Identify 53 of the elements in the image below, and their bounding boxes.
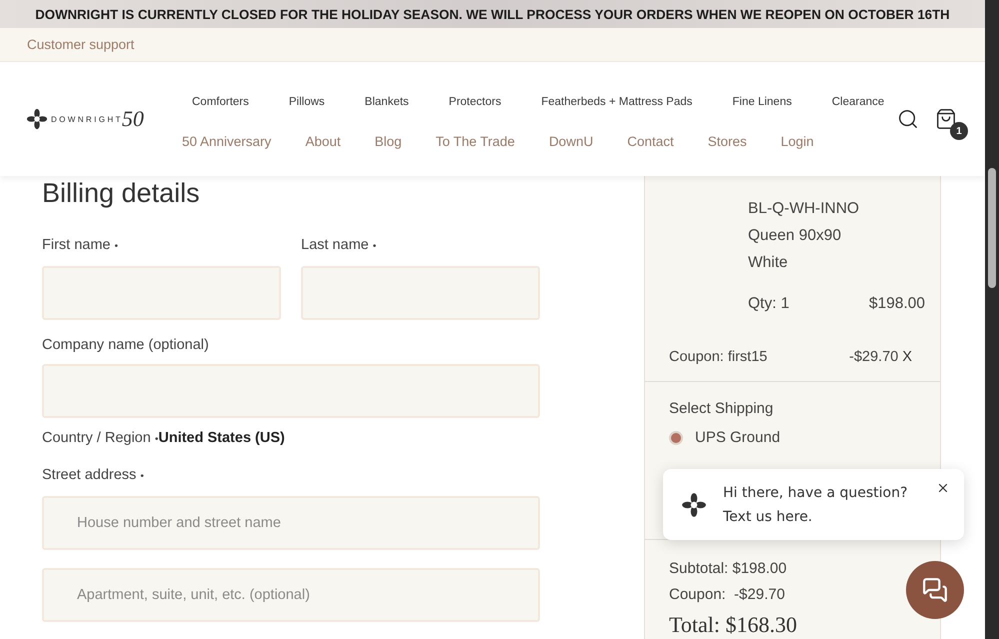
- nav-link[interactable]: Blog: [374, 134, 402, 148]
- close-button[interactable]: [936, 481, 950, 495]
- product-price: $198.00: [868, 295, 925, 313]
- product-sku: BL-Q-WH-INNO: [748, 200, 860, 218]
- nav-link[interactable]: Fine Linens: [732, 96, 792, 108]
- nav-link[interactable]: Featherbeds + Mattress Pads: [541, 96, 692, 108]
- nav-link[interactable]: Stores: [708, 134, 747, 148]
- nav-link[interactable]: About: [305, 134, 341, 148]
- logo-number: 50: [122, 106, 144, 132]
- billing-title: Billing details: [42, 177, 201, 210]
- order-total: Total: $168.30: [669, 612, 798, 638]
- cart-button[interactable]: [935, 108, 957, 130]
- chat-message: Hi there, have a question? Text us here.: [723, 484, 909, 526]
- search-button[interactable]: [897, 108, 919, 130]
- input-field[interactable]: [301, 266, 540, 320]
- coupon-total: Coupon: -$29.70: [669, 586, 786, 603]
- logo-flourish-icon: [681, 492, 707, 518]
- nav-link[interactable]: Pillows: [288, 96, 325, 108]
- input-field[interactable]: [42, 266, 281, 320]
- nav-link[interactable]: 50 Anniversary: [182, 134, 272, 148]
- cart-count-badge: 1: [950, 122, 968, 140]
- nav-link[interactable]: Comforters: [192, 96, 249, 108]
- nav-link[interactable]: To The Trade: [436, 134, 515, 148]
- scrollbar[interactable]: [985, 0, 999, 639]
- customer-support-link[interactable]: Customer support: [27, 37, 134, 52]
- logo-flourish-icon: [26, 108, 48, 130]
- input-field[interactable]: House number and street name: [42, 496, 540, 550]
- product-quantity: Qty: 1: [748, 295, 790, 313]
- product-size: Queen 90x90: [748, 227, 842, 245]
- subtotal: Subtotal: $198.00: [669, 560, 788, 577]
- nav-link[interactable]: Blankets: [364, 96, 409, 108]
- remove-coupon-link[interactable]: X: [902, 349, 912, 365]
- field-label: Company name (optional): [42, 336, 210, 354]
- field-label: Last name •: [301, 236, 378, 255]
- nav-link[interactable]: Login: [780, 134, 814, 148]
- nav-link[interactable]: Clearance: [832, 96, 884, 108]
- shipping-option-label: UPS Ground: [695, 429, 780, 446]
- shipping-radio[interactable]: [669, 430, 683, 444]
- country-field: Country / Region •United States (US): [42, 430, 540, 446]
- nav-link[interactable]: DownU: [548, 134, 594, 148]
- shipping-title: Select Shipping: [669, 400, 774, 417]
- coupon-label: Coupon: first15: [669, 349, 768, 365]
- coupon-amount: -$29.70: [849, 349, 898, 365]
- nav-link[interactable]: Contact: [627, 134, 674, 148]
- nav-link[interactable]: Protectors: [448, 96, 502, 108]
- field-label: First name •: [42, 236, 120, 255]
- product-color: White: [748, 254, 789, 272]
- input-field[interactable]: Apartment, suite, unit, etc. (optional): [42, 568, 540, 622]
- logo-wordmark: DOWNRIGHT: [51, 114, 123, 124]
- announcement-banner: DOWNRIGHT IS CURRENTLY CLOSED FOR THE HOLIDAY SEASON. WE WILL PROCESS YOUR ORDERS WHEN WE REOPEN ON OCTOBER 16TH: [0, 0, 985, 28]
- chat-bubbles-icon: [922, 577, 948, 603]
- input-field[interactable]: [42, 364, 540, 418]
- field-label: Street address •: [42, 466, 145, 485]
